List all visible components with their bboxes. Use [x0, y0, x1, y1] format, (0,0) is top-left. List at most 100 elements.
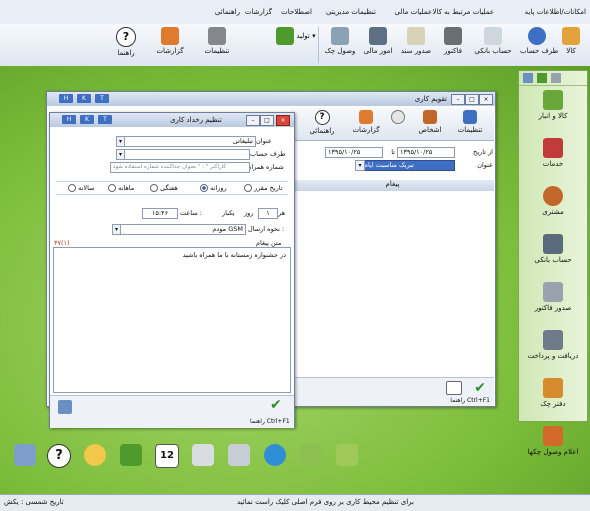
hotkey-h-button[interactable]: H: [59, 94, 73, 103]
tools-icon: [463, 110, 477, 124]
radio-weekly[interactable]: هفتگی: [150, 184, 178, 192]
radio-fixed-date-indicator[interactable]: [244, 184, 252, 192]
ribbon-finance-button[interactable]: امور مالی: [360, 27, 396, 63]
dock-messenger[interactable]: [298, 440, 324, 474]
dialog-minimize-button[interactable]: –: [246, 115, 260, 126]
subject-select[interactable]: تبلیغاتی: [120, 136, 256, 147]
hour-stepper[interactable]: ۱۵:۴۶: [142, 208, 178, 219]
dialog-hotkey-k-button[interactable]: K: [80, 115, 94, 124]
phone-icon: [120, 444, 142, 466]
party-chevron-icon[interactable]: ▾: [116, 149, 125, 160]
status-bar: برای تنظیم محیط کاری بر روی فرم اصلی کلی…: [0, 494, 590, 511]
menu-item-basic-info[interactable]: امکانات/اطلاعات پایه: [525, 8, 586, 16]
menu-item-help[interactable]: راهنمائی: [215, 8, 240, 16]
minimize-button[interactable]: –: [451, 94, 465, 105]
calendar-search-button[interactable]: [388, 110, 408, 146]
every-stepper[interactable]: ۱: [258, 208, 278, 219]
ribbon-settings-button[interactable]: تنظیمات: [196, 27, 238, 63]
character-counter: ۳۷(۱): [54, 239, 70, 247]
sidebar-item-chequebook[interactable]: دفتر چک: [519, 378, 587, 422]
message-textarea[interactable]: در جشنواره زمستانه با ما همراه باشید: [53, 247, 291, 393]
ribbon-cheque-collection-button[interactable]: وصول چک: [322, 27, 358, 63]
calendar-settings-button[interactable]: تنظیمات: [450, 110, 490, 146]
menu-item-financial[interactable]: عملیات مالی: [395, 8, 432, 16]
radio-daily-indicator[interactable]: [200, 184, 208, 192]
dock-help[interactable]: ?: [46, 440, 72, 474]
close-button[interactable]: ×: [479, 94, 493, 105]
radio-yearly-indicator[interactable]: [68, 184, 76, 192]
panel-icon[interactable]: [523, 73, 533, 83]
telegram-icon: [264, 444, 286, 466]
dialog-close-button[interactable]: ×: [276, 115, 290, 126]
calendar-reports-button[interactable]: گزارشات: [346, 110, 386, 146]
sidebar-item-invoice[interactable]: صدور فاکتور: [519, 282, 587, 326]
sidebar-item-goods[interactable]: کالا و انبار: [519, 90, 587, 134]
ribbon-production-button[interactable]: تولید ▾: [274, 27, 319, 63]
dock-weather[interactable]: [82, 440, 108, 474]
to-date-field[interactable]: ۱۳۹۵/۱۰/۲۵: [325, 147, 383, 158]
day-label: روز: [244, 209, 254, 217]
dialog-maximize-button[interactable]: □: [260, 115, 274, 126]
ribbon-reports-button[interactable]: گزارشات: [148, 27, 192, 63]
dock-sms[interactable]: [334, 440, 360, 474]
radio-monthly[interactable]: ماهانه: [108, 184, 134, 192]
dialog-hotkey-t-button[interactable]: T: [98, 115, 112, 124]
dock-calendar[interactable]: 12: [154, 440, 180, 474]
event-setup-dialog: H K T – □ × تنظیم رخداد کاری عنوان تبلیغ…: [49, 112, 295, 428]
from-date-field[interactable]: ۱۳۹۵/۱۰/۲۵: [397, 147, 455, 158]
ribbon-bank-account-button[interactable]: حساب بانکی: [470, 27, 516, 63]
camera-icon[interactable]: [446, 381, 462, 395]
dock-telegram[interactable]: [262, 440, 288, 474]
subject-chevron-icon[interactable]: ▾: [116, 136, 125, 147]
message-grid[interactable]: [291, 191, 494, 377]
calendar-help-button[interactable]: ? راهنمائی: [302, 110, 342, 146]
invoice-icon: [543, 282, 563, 302]
sidebar-item-customer[interactable]: مشتری: [519, 186, 587, 230]
confirm-check-icon[interactable]: ✔: [474, 380, 486, 396]
hotkey-t-button[interactable]: T: [95, 94, 109, 103]
ribbon-goods-button[interactable]: کالا: [556, 27, 586, 63]
title-filter-select[interactable]: تبریک مناسبت ایام: [361, 160, 455, 171]
pencil-icon: [562, 27, 580, 45]
menu-item-terms[interactable]: اصطلاحات: [281, 8, 312, 16]
panel-arrow-icon[interactable]: [537, 73, 547, 83]
calendar-persons-button[interactable]: اشخاص: [412, 110, 448, 146]
sidebar-item-bank-account[interactable]: حساب بانکی: [519, 234, 587, 278]
radio-weekly-indicator[interactable]: [150, 184, 158, 192]
dock-exit[interactable]: [12, 440, 38, 474]
menu-bar: امکانات/اطلاعات پایه عملیات مرتبط به کال…: [0, 0, 590, 25]
phone-input[interactable]: کاراکتر " ; " بعنوان جداکننده شماره استف…: [110, 162, 250, 173]
dialog-hotkey-h-button[interactable]: H: [62, 115, 76, 124]
menu-item-admin-settings[interactable]: تنظیمات مدیریتی: [326, 8, 376, 16]
menu-item-reports[interactable]: گزارشات: [245, 8, 272, 16]
maximize-button[interactable]: □: [465, 94, 479, 105]
sidebar-item-cheque-notify[interactable]: اعلام وصول چکها: [519, 426, 587, 470]
dock-notes[interactable]: [226, 440, 252, 474]
panel-settings-icon[interactable]: [551, 73, 561, 83]
send-method-select[interactable]: مودم GSM: [116, 224, 246, 235]
ribbon-party-button[interactable]: طرف حساب: [520, 27, 558, 63]
document-icon: [407, 27, 425, 45]
send-method-chevron-icon[interactable]: ▾: [112, 224, 121, 235]
once-label: یکبار: [222, 209, 235, 217]
radio-monthly-indicator[interactable]: [108, 184, 116, 192]
menu-item-goods-ops[interactable]: عملیات مرتبط به کالا: [432, 8, 494, 16]
dock-calculator[interactable]: [190, 440, 216, 474]
weather-icon: [84, 444, 106, 466]
people-icon: [423, 110, 437, 124]
radio-yearly[interactable]: سالانه: [68, 184, 95, 192]
help-icon: ?: [314, 110, 330, 125]
chevron-down-icon[interactable]: ▾: [355, 160, 365, 171]
ribbon-issue-document-button[interactable]: صدور سند: [398, 27, 434, 63]
radio-fixed-date[interactable]: تاریخ مقرر: [244, 184, 283, 192]
exit-icon[interactable]: [58, 400, 72, 414]
hotkey-k-button[interactable]: K: [77, 94, 91, 103]
ribbon-help-button[interactable]: ? راهنما: [110, 27, 142, 63]
party-select[interactable]: [120, 149, 250, 160]
radio-daily[interactable]: روزانه: [200, 184, 227, 192]
ribbon-invoice-button[interactable]: فاکتور: [438, 27, 468, 63]
sidebar-item-payments[interactable]: دریافت و پرداخت: [519, 330, 587, 374]
save-check-icon[interactable]: ✔: [270, 397, 282, 413]
dock-phone[interactable]: [118, 440, 144, 474]
sidebar-item-services[interactable]: خدمات: [519, 138, 587, 182]
